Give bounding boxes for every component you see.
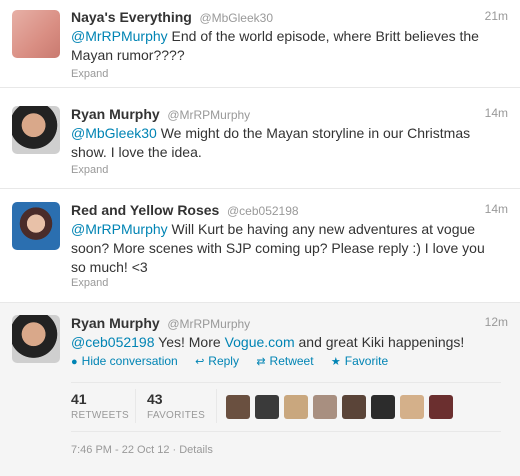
tweet-text: @MbGleek30 We might do the Mayan storyli… bbox=[71, 124, 501, 162]
avatar[interactable] bbox=[12, 106, 60, 154]
tweet-body: Yes! More bbox=[154, 334, 225, 350]
avatar[interactable] bbox=[12, 10, 60, 58]
avatar[interactable] bbox=[371, 395, 395, 419]
tweet-header: Red and Yellow Roses @ceb052198 14m bbox=[71, 202, 508, 220]
mention-link[interactable]: @MbGleek30 bbox=[71, 125, 157, 141]
username[interactable]: @MrRPMurphy bbox=[167, 317, 250, 331]
timestamp[interactable]: 12m bbox=[485, 315, 508, 329]
tweet-body-end: and great Kiki happenings! bbox=[294, 334, 465, 350]
avatar[interactable] bbox=[12, 202, 60, 250]
tweet-text: @ceb052198 Yes! More Vogue.com and great… bbox=[71, 333, 501, 352]
tweet-header: Ryan Murphy @MrRPMurphy 14m bbox=[71, 106, 508, 124]
tweet-text: @MrRPMurphy Will Kurt be having any new … bbox=[71, 220, 501, 277]
avatar[interactable] bbox=[429, 395, 453, 419]
full-name[interactable]: Ryan Murphy bbox=[71, 315, 160, 331]
stat-divider bbox=[135, 389, 136, 423]
timestamp[interactable]: 14m bbox=[485, 106, 508, 120]
avatar[interactable] bbox=[284, 395, 308, 419]
mention-link[interactable]: @ceb052198 bbox=[71, 334, 155, 350]
avatar[interactable] bbox=[400, 395, 424, 419]
star-icon: ★ bbox=[330, 356, 341, 368]
tweet-meta[interactable]: 7:46 PM - 22 Oct 12 · Details bbox=[71, 444, 213, 456]
favorites-label: FAVORITES bbox=[147, 410, 206, 421]
reply-arrow-icon: ↩ bbox=[195, 356, 205, 368]
favorite-button[interactable]: ★ Favorite bbox=[331, 354, 388, 368]
tweet-header: Naya's Everything @MbGleek30 21m bbox=[71, 9, 508, 27]
username[interactable]: @MrRPMurphy bbox=[167, 108, 250, 122]
avatar[interactable] bbox=[12, 315, 60, 363]
tweet-item[interactable]: Red and Yellow Roses @ceb052198 14m @MrR… bbox=[0, 189, 520, 303]
retweet-icon: ⇄ bbox=[256, 356, 266, 368]
hide-conversation-button[interactable]: ● Hide conversation bbox=[71, 354, 178, 368]
username[interactable]: @MbGleek30 bbox=[199, 11, 273, 25]
retweets-stat[interactable]: 41 RETWEETS bbox=[71, 391, 129, 421]
avatar[interactable] bbox=[255, 395, 279, 419]
avatar[interactable] bbox=[313, 395, 337, 419]
timestamp[interactable]: 14m bbox=[485, 202, 508, 216]
circle-bullet-icon: ● bbox=[71, 356, 78, 368]
timestamp[interactable]: 21m bbox=[485, 9, 508, 23]
full-name[interactable]: Naya's Everything bbox=[71, 9, 192, 25]
retweets-label: RETWEETS bbox=[71, 410, 129, 421]
favorites-count: 43 bbox=[147, 391, 163, 407]
tweet-stats: 41 RETWEETS 43 FAVORITES bbox=[71, 382, 501, 432]
tweet-actions: ● Hide conversation ↩ Reply ⇄ Retweet ★ Favo… bbox=[71, 354, 402, 368]
favorite-label: Favorite bbox=[344, 354, 389, 368]
expand-link[interactable]: Expand bbox=[71, 164, 108, 176]
expand-link[interactable]: Expand bbox=[71, 277, 108, 289]
reply-label: Reply bbox=[208, 354, 239, 368]
favorites-stat[interactable]: 43 FAVORITES bbox=[147, 391, 205, 421]
tweet-header: Ryan Murphy @MrRPMurphy 12m bbox=[71, 315, 508, 333]
mention-link[interactable]: @MrRPMurphy bbox=[71, 221, 168, 237]
username[interactable]: @ceb052198 bbox=[227, 204, 299, 218]
avatar[interactable] bbox=[226, 395, 250, 419]
mention-link[interactable]: @MrRPMurphy bbox=[71, 28, 168, 44]
hide-label: Hide conversation bbox=[81, 354, 178, 368]
avatar[interactable] bbox=[342, 395, 366, 419]
full-name[interactable]: Red and Yellow Roses bbox=[71, 202, 219, 218]
url-link[interactable]: Vogue.com bbox=[225, 334, 295, 350]
stat-divider bbox=[216, 389, 217, 423]
reply-button[interactable]: ↩ Reply bbox=[195, 354, 239, 368]
tweet-text: @MrRPMurphy End of the world episode, wh… bbox=[71, 27, 501, 65]
expand-link[interactable]: Expand bbox=[71, 68, 108, 80]
retweet-label: Retweet bbox=[269, 354, 314, 368]
tweet-item-expanded[interactable]: Ryan Murphy @MrRPMurphy 12m @ceb052198 Y… bbox=[0, 303, 520, 476]
tweet-item[interactable]: Ryan Murphy @MrRPMurphy 14m @MbGleek30 W… bbox=[0, 88, 520, 189]
retweets-count: 41 bbox=[71, 391, 87, 407]
retweet-button[interactable]: ⇄ Retweet bbox=[256, 354, 313, 368]
full-name[interactable]: Ryan Murphy bbox=[71, 106, 160, 122]
tweet-item[interactable]: Naya's Everything @MbGleek30 21m @MrRPMu… bbox=[0, 0, 520, 88]
